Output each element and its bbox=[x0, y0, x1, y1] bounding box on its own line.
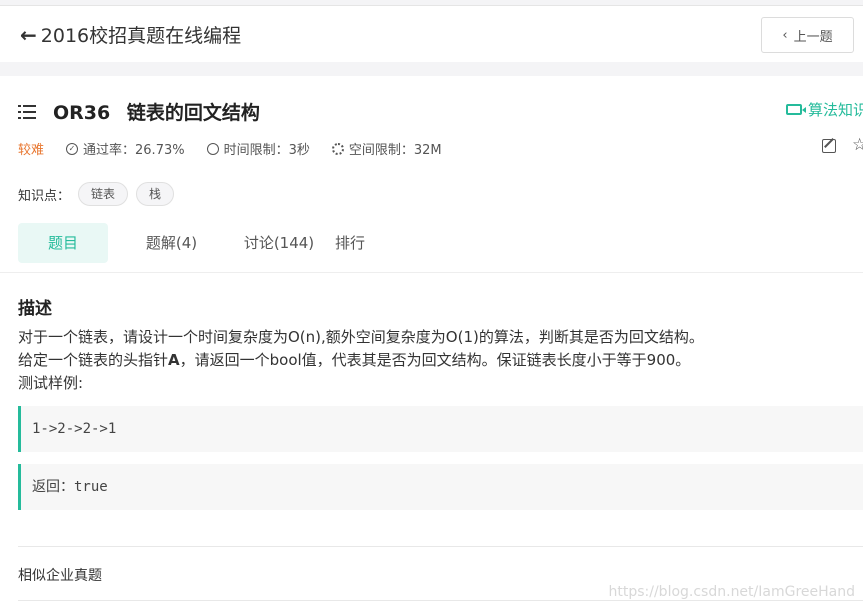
check-circle-icon: ✓ bbox=[66, 142, 79, 155]
back-link[interactable]: ← 2016校招真题在线编程 bbox=[20, 21, 241, 48]
problem-meta: 较难 ✓ 通过率：26.73% 时间限制：3秒 空间限制：32M bbox=[18, 139, 464, 158]
example-output-block: 返回：true bbox=[18, 464, 863, 510]
time-limit-text: 时间限制：3秒 bbox=[223, 143, 310, 158]
edit-icon[interactable] bbox=[822, 139, 836, 153]
description-body: 对于一个链表，请设计一个时间复杂度为O(n),额外空间复杂度为O(1)的算法，判… bbox=[18, 326, 858, 395]
knowledge-tags: 知识点： 链表 栈 bbox=[18, 182, 175, 206]
algo-knowledge-label: 算法知识 bbox=[808, 101, 863, 119]
space-limit-text: 空间限制：32M bbox=[348, 143, 442, 158]
pass-rate-text: 通过率：26.73% bbox=[83, 143, 185, 158]
problem-id: OR36 bbox=[53, 102, 111, 124]
star-icon[interactable]: ☆ bbox=[852, 135, 863, 155]
watermark: https://blog.csdn.net/IamGreeHand bbox=[608, 584, 856, 600]
similar-questions-heading[interactable]: 相似企业真题 bbox=[18, 565, 102, 585]
tag-linked-list[interactable]: 链表 bbox=[78, 182, 129, 206]
chevron-left-icon: ‹ bbox=[782, 27, 788, 43]
example-input-block: 1->2->2->1 bbox=[18, 406, 863, 452]
chip-icon bbox=[331, 142, 344, 155]
pass-rate: ✓ 通过率：26.73% bbox=[66, 139, 185, 158]
divider bbox=[18, 546, 863, 547]
tab-problem[interactable]: 题目 bbox=[18, 223, 108, 263]
problem-tabs: 题目 题解(4) 讨论(144) 排行 bbox=[18, 223, 377, 263]
problem-card: OR36 链表的回文结构 算法知识 较难 ✓ 通过率：26.73% 时间限制：3… bbox=[0, 76, 863, 612]
difficulty-badge: 较难 bbox=[18, 143, 45, 158]
description-line-1: 对于一个链表，请设计一个时间复杂度为O(n),额外空间复杂度为O(1)的算法，判… bbox=[18, 328, 704, 346]
tab-solutions[interactable]: 题解(4) bbox=[108, 223, 235, 263]
tab-divider bbox=[0, 272, 863, 273]
space-limit: 空间限制：32M bbox=[331, 139, 442, 158]
prev-question-label: 上一题 bbox=[793, 29, 833, 45]
description-line-2: 给定一个链表的头指针A，请返回一个bool值，代表其是否为回文结构。保证链表长度… bbox=[18, 351, 691, 369]
clock-icon bbox=[206, 142, 219, 155]
description-heading: 描述 bbox=[18, 299, 52, 319]
description-line-3: 测试样例: bbox=[18, 374, 84, 392]
problem-title: OR36 链表的回文结构 bbox=[53, 98, 260, 125]
top-bar: ← 2016校招真题在线编程 ‹ 上一题 bbox=[0, 5, 863, 62]
problem-name: 链表的回文结构 bbox=[126, 102, 260, 124]
tab-discussion[interactable]: 讨论(144) bbox=[235, 223, 323, 263]
knowledge-label: 知识点： bbox=[18, 188, 71, 204]
algo-knowledge-link[interactable]: 算法知识 bbox=[786, 99, 863, 120]
back-arrow-icon: ← bbox=[20, 22, 37, 47]
divider bbox=[18, 600, 863, 601]
time-limit: 时间限制：3秒 bbox=[206, 139, 310, 158]
back-title: 2016校招真题在线编程 bbox=[40, 25, 242, 47]
list-icon[interactable] bbox=[18, 104, 36, 119]
video-camera-icon bbox=[786, 104, 806, 115]
tab-ranking[interactable]: 排行 bbox=[323, 223, 377, 263]
tag-stack[interactable]: 栈 bbox=[136, 182, 175, 206]
problem-title-row: OR36 链表的回文结构 bbox=[18, 98, 260, 125]
prev-question-button[interactable]: ‹ 上一题 bbox=[761, 17, 854, 53]
